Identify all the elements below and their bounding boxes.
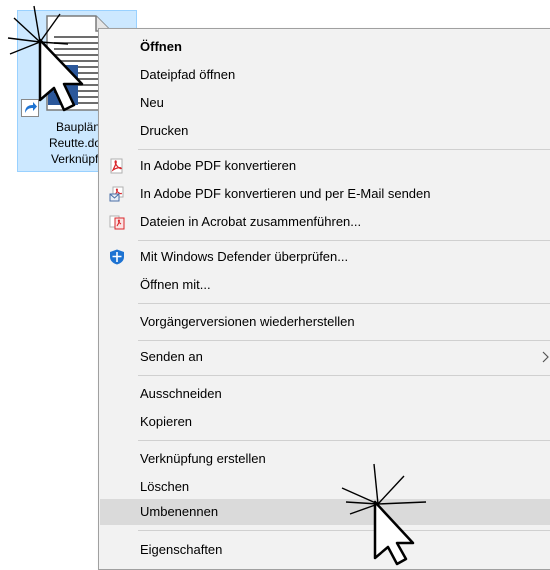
menu-item-restore-previous-versions[interactable]: Vorgängerversionen wiederherstellen [100,309,550,335]
menu-separator [138,440,550,441]
menu-item-open-with[interactable]: Öffnen mit... [100,272,550,298]
menu-item-cut[interactable]: Ausschneiden [100,381,550,407]
menu-item-label: Dateien in Acrobat zusammenführen... [140,214,362,229]
mouse-pointer-icon [38,38,84,112]
shortcut-arrow-icon [21,99,39,117]
menu-item-label: Verknüpfung erstellen [140,451,266,466]
menu-item-convert-pdf-and-email[interactable]: In Adobe PDF konvertieren und per E-Mail… [100,181,550,207]
menu-item-label: Dateipfad öffnen [140,67,236,82]
menu-item-label: Drucken [140,123,189,138]
menu-item-print[interactable]: Drucken [100,118,550,144]
menu-separator [138,240,550,241]
menu-item-label: Löschen [140,479,190,494]
menu-item-send-to[interactable]: Senden an [100,344,550,370]
acrobat-combine-icon [109,215,125,230]
chevron-right-icon [542,351,549,363]
menu-item-label: Neu [140,95,164,110]
menu-item-copy[interactable]: Kopieren [100,409,550,435]
menu-item-rename[interactable]: Umbenennen [100,499,550,525]
menu-item-open-file-path[interactable]: Dateipfad öffnen [100,62,550,88]
menu-item-new[interactable]: Neu [100,90,550,116]
menu-item-label: In Adobe PDF konvertieren und per E-Mail… [140,186,431,201]
windows-defender-icon [110,249,124,265]
mouse-pointer-icon [373,500,415,566]
menu-item-label: Öffnen mit... [140,277,211,292]
menu-item-label: Kopieren [140,414,193,429]
menu-item-scan-windows-defender[interactable]: Mit Windows Defender überprüfen... [100,244,550,270]
menu-separator [138,340,550,341]
menu-separator [138,375,550,376]
menu-item-label: Öffnen [140,39,182,54]
adobe-pdf-email-icon [109,186,124,202]
menu-item-open[interactable]: Öffnen [100,34,550,60]
context-menu: Öffnen Dateipfad öffnen Neu Drucken In A… [98,28,550,570]
menu-item-create-shortcut[interactable]: Verknüpfung erstellen [100,446,550,472]
menu-item-convert-to-adobe-pdf[interactable]: In Adobe PDF konvertieren [100,153,550,179]
menu-item-label: Umbenennen [140,504,219,519]
menu-item-combine-in-acrobat[interactable]: Dateien in Acrobat zusammenführen... [100,209,550,235]
menu-item-label: Eigenschaften [140,542,223,557]
menu-separator [138,303,550,304]
menu-item-properties[interactable]: Eigenschaften [100,537,550,563]
menu-item-label: In Adobe PDF konvertieren [140,158,297,173]
menu-item-label: Ausschneiden [140,386,222,401]
menu-item-label: Mit Windows Defender überprüfen... [140,249,349,264]
menu-item-label: Vorgängerversionen wiederherstellen [140,314,355,329]
adobe-pdf-icon [110,158,123,174]
menu-separator [138,149,550,150]
menu-item-label: Senden an [140,349,203,364]
menu-item-delete[interactable]: Löschen [100,474,550,500]
